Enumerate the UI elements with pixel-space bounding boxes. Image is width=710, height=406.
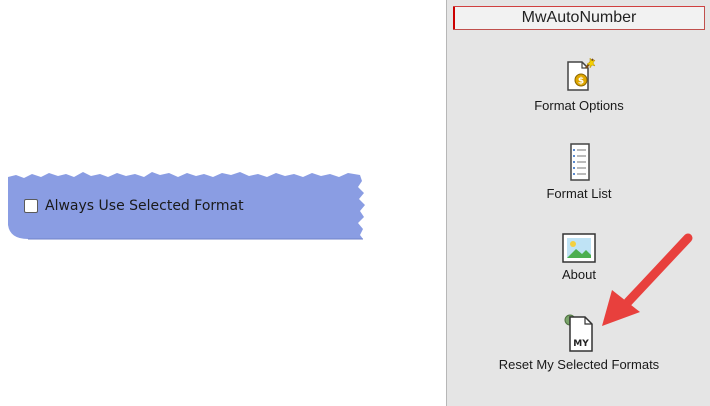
mwautonumber-ribbon-group: MwAutoNumber $ Format Options Format Lis…: [446, 0, 710, 406]
ribbon-group-title: MwAutoNumber: [453, 6, 705, 30]
format-list-icon: [570, 143, 590, 181]
svg-text:MY: MY: [573, 339, 589, 349]
about-label: About: [562, 267, 596, 282]
about-button[interactable]: About: [447, 233, 710, 282]
always-use-selected-format-checkbox[interactable]: [24, 199, 38, 213]
format-options-label: Format Options: [534, 98, 624, 113]
always-use-selected-format-label: Always Use Selected Format: [45, 198, 244, 214]
format-list-label: Format List: [546, 186, 612, 201]
format-list-button[interactable]: Format List: [447, 142, 710, 201]
format-options-button[interactable]: $ Format Options: [447, 56, 710, 113]
reset-my-selected-formats-label: Reset My Selected Formats: [498, 357, 660, 372]
reset-my-selected-formats-button[interactable]: MY Reset My Selected Formats: [447, 313, 710, 372]
about-image-icon: [562, 233, 596, 263]
torn-screenshot-clip: Always Use Selected Format: [8, 165, 375, 243]
svg-text:$: $: [578, 77, 584, 87]
reset-my-formats-icon: MY: [564, 314, 593, 352]
format-options-icon: $: [567, 57, 596, 91]
